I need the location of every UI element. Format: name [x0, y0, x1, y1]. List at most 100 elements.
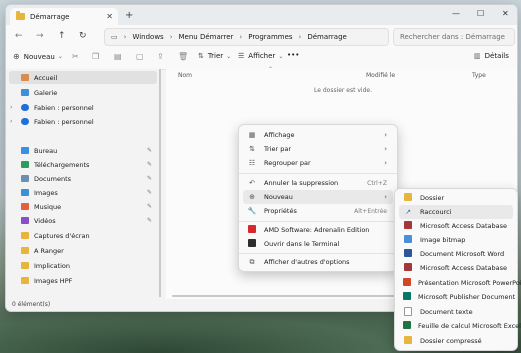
view-icon: ☰	[238, 52, 245, 60]
sidebar-item-label: Documents	[34, 174, 72, 183]
menu-item-annuler-suppression[interactable]: ↶ Annuler la suppression Ctrl+Z	[243, 176, 393, 190]
breadcrumb-item[interactable]: Programmes	[248, 33, 292, 41]
menu-item-label: Afficher d'autres d'options	[264, 258, 350, 266]
sidebar-item-a-ranger[interactable]: A Ranger	[6, 244, 156, 257]
rename-icon[interactable]: ▢	[136, 52, 144, 61]
sidebar-item-images-hpf[interactable]: Images HPF	[6, 274, 156, 287]
menu-item-more-options[interactable]: ⧉ Afficher d'autres d'options	[243, 255, 393, 269]
sidebar-item-label: Captures d'écran	[34, 231, 90, 240]
breadcrumb-item[interactable]: Démarrage	[307, 33, 346, 41]
close-button[interactable]: ✕	[502, 9, 509, 18]
sidebar-item-captures[interactable]: Captures d'écran	[6, 229, 156, 242]
sidebar-item-label: Images HPF	[34, 276, 73, 285]
submenu-item-dossier[interactable]: Dossier	[399, 191, 513, 205]
menu-item-nouveau[interactable]: ⊕ Nouveau ›	[243, 190, 393, 204]
sidebar-item-galerie[interactable]: Galerie	[6, 86, 156, 99]
submenu-item-raccourci[interactable]: ↗ Raccourci	[399, 205, 513, 219]
sidebar-item-onedrive-1[interactable]: › Fabien : personnel	[6, 101, 156, 114]
horizontal-scrollbar[interactable]	[172, 295, 397, 297]
menu-item-terminal[interactable]: Ouvrir dans le Terminal	[243, 237, 393, 251]
submenu-item-powerpoint[interactable]: Présentation Microsoft PowerPoint	[399, 276, 521, 290]
status-bar-count: 0 élément(s)	[12, 301, 51, 308]
pin-icon[interactable]: ✎	[147, 189, 152, 196]
chevron-right-icon[interactable]: ›	[10, 104, 12, 111]
sidebar-item-implication[interactable]: Implication	[6, 259, 156, 272]
submenu-item-text[interactable]: Document texte	[399, 305, 513, 319]
chevron-down-icon: ⌄	[226, 52, 232, 60]
up-arrow-icon[interactable]: ↑	[58, 31, 66, 41]
pin-icon[interactable]: ✎	[147, 217, 152, 224]
copy-icon[interactable]: ❐	[92, 52, 99, 61]
sidebar-item-onedrive-2[interactable]: › Fabien : personnel	[6, 115, 156, 128]
paste-icon[interactable]: ▤	[114, 52, 122, 61]
shortcut-text: Ctrl+Z	[367, 179, 387, 187]
pin-icon[interactable]: ✎	[147, 161, 152, 168]
sidebar-item-documents[interactable]: Documents ✎	[6, 172, 156, 185]
sidebar-item-videos[interactable]: Vidéos ✎	[6, 214, 156, 227]
menu-item-label: Trier par	[264, 145, 292, 153]
pin-icon[interactable]: ✎	[147, 175, 152, 182]
search-placeholder: Rechercher dans : Démarrage	[400, 33, 505, 41]
folder-icon	[403, 193, 413, 203]
sidebar-item-images[interactable]: Images ✎	[6, 186, 156, 199]
sort-icon: ⇅	[198, 52, 204, 60]
empty-folder-message: Le dossier est vide.	[314, 87, 373, 94]
share-icon[interactable]: ⇪	[157, 52, 164, 61]
sidebar-item-musique[interactable]: Musique ✎	[6, 200, 156, 213]
menu-item-affichage[interactable]: ▦ Affichage ›	[243, 128, 393, 142]
sidebar-item-telechargements[interactable]: Téléchargements ✎	[6, 158, 156, 171]
pin-icon[interactable]: ✎	[147, 147, 152, 154]
pin-icon[interactable]: ✎	[147, 203, 152, 210]
minimize-button[interactable]: —	[452, 9, 460, 18]
menu-item-proprietes[interactable]: 🔧 Propriétés Alt+Entrée	[243, 204, 393, 218]
chevron-right-icon: ›	[169, 33, 173, 41]
search-input[interactable]: Rechercher dans : Démarrage	[393, 28, 515, 46]
chevron-right-icon: ›	[384, 131, 387, 139]
back-arrow-icon[interactable]: ←	[15, 31, 23, 41]
word-icon	[403, 249, 413, 259]
submenu-item-excel[interactable]: Feuille de calcul Microsoft Excel	[399, 319, 521, 333]
submenu-item-access-1[interactable]: Microsoft Access Database	[399, 219, 513, 233]
new-button[interactable]: ⊕ Nouveau ⌄	[13, 52, 63, 61]
sidebar-item-label: Implication	[34, 261, 70, 270]
tab-demarrage[interactable]: Démarrage ✕	[10, 8, 118, 25]
sidebar-item-bureau[interactable]: Bureau ✎	[6, 144, 156, 157]
column-header-modified[interactable]: Modifié le	[366, 72, 395, 79]
refresh-icon[interactable]: ↻	[79, 31, 87, 41]
address-bar[interactable]: ▭ › Windows › Menu Démarrer › Programmes…	[104, 28, 389, 46]
folder-icon	[21, 247, 29, 254]
breadcrumb-item[interactable]: Windows	[132, 33, 163, 41]
close-tab-icon[interactable]: ✕	[106, 12, 113, 21]
delete-icon[interactable]: 🗑	[178, 52, 188, 61]
sort-button[interactable]: ⇅ Trier ⌄	[198, 52, 231, 60]
column-header-type[interactable]: Type	[472, 72, 486, 79]
new-tab-button[interactable]: +	[125, 10, 133, 21]
menu-item-label: Affichage	[264, 131, 295, 139]
forward-arrow-icon[interactable]: →	[36, 31, 44, 41]
menu-item-amd[interactable]: AMD Software: Adrenalin Edition	[243, 223, 393, 237]
onedrive-icon	[21, 118, 29, 125]
chevron-right-icon[interactable]: ›	[10, 118, 12, 125]
zip-icon	[403, 336, 413, 346]
sidebar-scrollbar[interactable]	[159, 69, 161, 297]
menu-item-trier-par[interactable]: ⇅ Trier par ›	[243, 142, 393, 156]
submenu-item-zip[interactable]: Dossier compressé	[399, 334, 513, 348]
submenu-item-word[interactable]: Document Microsoft Word	[399, 247, 513, 261]
more-options-button[interactable]: •••	[287, 51, 299, 59]
maximize-button[interactable]: ☐	[477, 9, 484, 18]
chevron-right-icon: ›	[239, 33, 243, 41]
submenu-item-access-2[interactable]: Microsoft Access Database	[399, 261, 513, 275]
submenu-item-label: Document texte	[420, 308, 473, 316]
cut-icon[interactable]: ✂	[72, 52, 79, 61]
menu-item-regrouper-par[interactable]: ☷ Regrouper par ›	[243, 156, 393, 170]
details-button[interactable]: ▥ Détails	[474, 52, 509, 60]
submenu-item-publisher[interactable]: Microsoft Publisher Document	[399, 290, 515, 304]
submenu-item-bitmap[interactable]: Image bitmap	[399, 233, 513, 247]
column-header-name[interactable]: Nom	[178, 72, 192, 79]
chevron-down-icon: ⌄	[57, 53, 63, 60]
breadcrumb-item[interactable]: Menu Démarrer	[179, 33, 234, 41]
view-button[interactable]: ☰ Afficher ⌄	[238, 52, 283, 60]
sidebar-item-accueil[interactable]: Accueil	[9, 71, 157, 84]
submenu-item-label: Dossier compressé	[420, 337, 482, 345]
submenu-item-label: Microsoft Access Database	[420, 264, 507, 272]
